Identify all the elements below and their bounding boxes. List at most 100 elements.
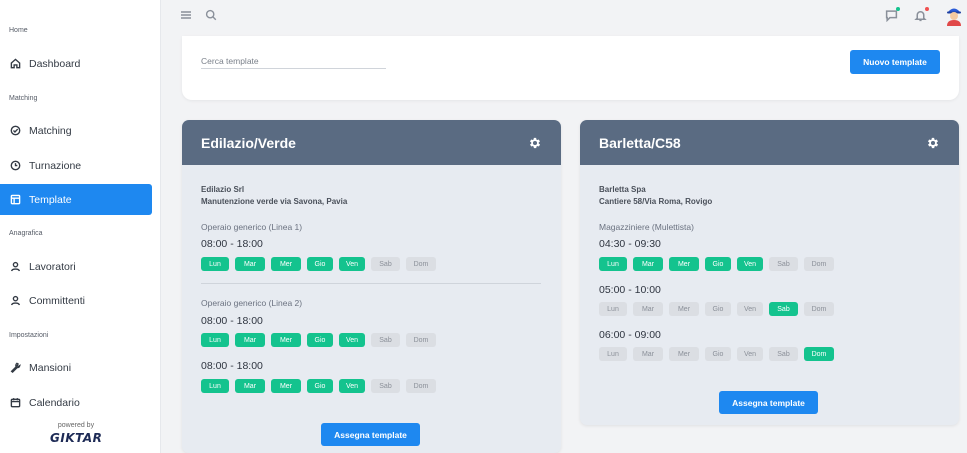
shift-time: 08:00 - 18:00 [201,315,263,327]
role-name: Operaio generico (Linea 1) [201,222,303,232]
day-chip-lun[interactable]: Lun [599,302,627,316]
shift-time: 04:30 - 09:30 [599,238,661,250]
day-chip-lun[interactable]: Lun [599,257,627,271]
sidebar-item-committenti[interactable]: Committenti [0,285,152,316]
day-chip-mer[interactable]: Mer [271,333,301,347]
company-name: Barletta Spa [599,185,646,194]
gear-icon[interactable] [926,136,940,150]
day-chip-dom[interactable]: Dom [406,379,436,393]
days-row: Lun Mar Mer Gio Ven Sab Dom [599,347,834,361]
section-label-matching: Matching [9,95,38,102]
day-chip-sab[interactable]: Sab [371,257,400,271]
section-label-home: Home [9,27,28,34]
sidebar-item-mansioni[interactable]: Mansioni [0,352,152,383]
card-header: Barletta/C58 [580,120,959,165]
sidebar-item-label: Lavoratori [29,260,76,273]
card-header: Edilazio/Verde [182,120,561,165]
sidebar-item-calendario[interactable]: Calendario [0,387,152,418]
topbar [161,0,967,32]
day-chip-dom[interactable]: Dom [804,257,834,271]
user-icon [10,295,21,306]
days-row: Lun Mar Mer Gio Ven Sab Dom [201,379,436,393]
sidebar-item-template[interactable]: Template [0,184,152,215]
day-chip-mar[interactable]: Mar [235,333,265,347]
day-chip-mar[interactable]: Mar [235,257,265,271]
sidebar-item-label: Matching [29,124,72,137]
sidebar-item-dashboard[interactable]: Dashboard [0,48,152,79]
site-address: Manutenzione verde via Savona, Pavia [201,197,348,206]
day-chip-lun[interactable]: Lun [201,257,229,271]
template-icon [10,194,21,205]
assign-template-button[interactable]: Assegna template [719,391,818,414]
card-title: Edilazio/Verde [201,134,296,151]
day-chip-sab[interactable]: Sab [769,347,798,361]
days-row: Lun Mar Mer Gio Ven Sab Dom [201,333,436,347]
days-row: Lun Mar Mer Gio Ven Sab Dom [599,257,834,271]
sidebar-item-label: Template [29,193,72,206]
sidebar-item-label: Mansioni [29,361,72,374]
brand-logo: GIKTAR [50,431,103,445]
day-chip-sab[interactable]: Sab [371,379,400,393]
sidebar-item-label: Turnazione [29,159,82,172]
assign-template-button[interactable]: Assegna template [321,423,420,446]
day-chip-gio[interactable]: Gio [307,379,333,393]
company-name: Edilazio Srl [201,185,245,194]
day-chip-dom[interactable]: Dom [406,333,436,347]
menu-icon[interactable] [179,8,193,22]
day-chip-mer[interactable]: Mer [271,257,301,271]
wrench-icon [10,362,21,373]
day-chip-dom[interactable]: Dom [804,347,834,361]
day-chip-gio[interactable]: Gio [705,257,731,271]
check-circle-icon [10,125,21,136]
day-chip-mar[interactable]: Mar [633,347,663,361]
sidebar-item-label: Calendario [29,396,80,409]
day-chip-gio[interactable]: Gio [307,257,333,271]
sidebar-item-label: Dashboard [29,57,81,70]
notification-badge [925,7,929,11]
day-chip-sab[interactable]: Sab [769,257,798,271]
day-chip-mar[interactable]: Mar [633,257,663,271]
search-input[interactable] [201,53,386,69]
day-chip-gio[interactable]: Gio [705,302,731,316]
day-chip-ven[interactable]: Ven [339,379,365,393]
shift-time: 05:00 - 10:00 [599,284,661,296]
day-chip-mer[interactable]: Mer [271,379,301,393]
chat-badge [896,7,900,11]
day-chip-lun[interactable]: Lun [201,379,229,393]
day-chip-ven[interactable]: Ven [339,257,365,271]
new-template-button[interactable]: Nuovo template [850,50,940,74]
sidebar-item-matching[interactable]: Matching [0,115,152,146]
shift-time: 08:00 - 18:00 [201,238,263,250]
site-address: Cantiere 58/Via Roma, Rovigo [599,197,713,206]
template-card: Barletta/C58 Barletta Spa Cantiere 58/Vi… [580,120,959,425]
day-chip-mer[interactable]: Mer [669,302,699,316]
shift-time: 06:00 - 09:00 [599,329,661,341]
section-label-impostazioni: Impostazioni [9,332,49,339]
day-chip-mar[interactable]: Mar [235,379,265,393]
day-chip-mer[interactable]: Mer [669,257,699,271]
avatar[interactable] [945,6,963,26]
day-chip-dom[interactable]: Dom [406,257,436,271]
day-chip-mar[interactable]: Mar [633,302,663,316]
day-chip-gio[interactable]: Gio [705,347,731,361]
day-chip-dom[interactable]: Dom [804,302,834,316]
day-chip-sab[interactable]: Sab [371,333,400,347]
user-icon [10,261,21,272]
card-title: Barletta/C58 [599,134,681,151]
day-chip-gio[interactable]: Gio [307,333,333,347]
day-chip-mer[interactable]: Mer [669,347,699,361]
day-chip-ven[interactable]: Ven [737,257,763,271]
search-icon[interactable] [204,8,218,22]
day-chip-ven[interactable]: Ven [737,347,763,361]
day-chip-lun[interactable]: Lun [599,347,627,361]
day-chip-lun[interactable]: Lun [201,333,229,347]
day-chip-ven[interactable]: Ven [339,333,365,347]
day-chip-sab[interactable]: Sab [769,302,798,316]
section-label-anagrafica: Anagrafica [9,230,43,237]
sidebar-item-lavoratori[interactable]: Lavoratori [0,251,152,282]
day-chip-ven[interactable]: Ven [737,302,763,316]
gear-icon[interactable] [528,136,542,150]
shift-time: 08:00 - 18:00 [201,360,263,372]
role-name: Operaio generico (Linea 2) [201,298,303,308]
sidebar-item-turnazione[interactable]: Turnazione [0,150,152,181]
